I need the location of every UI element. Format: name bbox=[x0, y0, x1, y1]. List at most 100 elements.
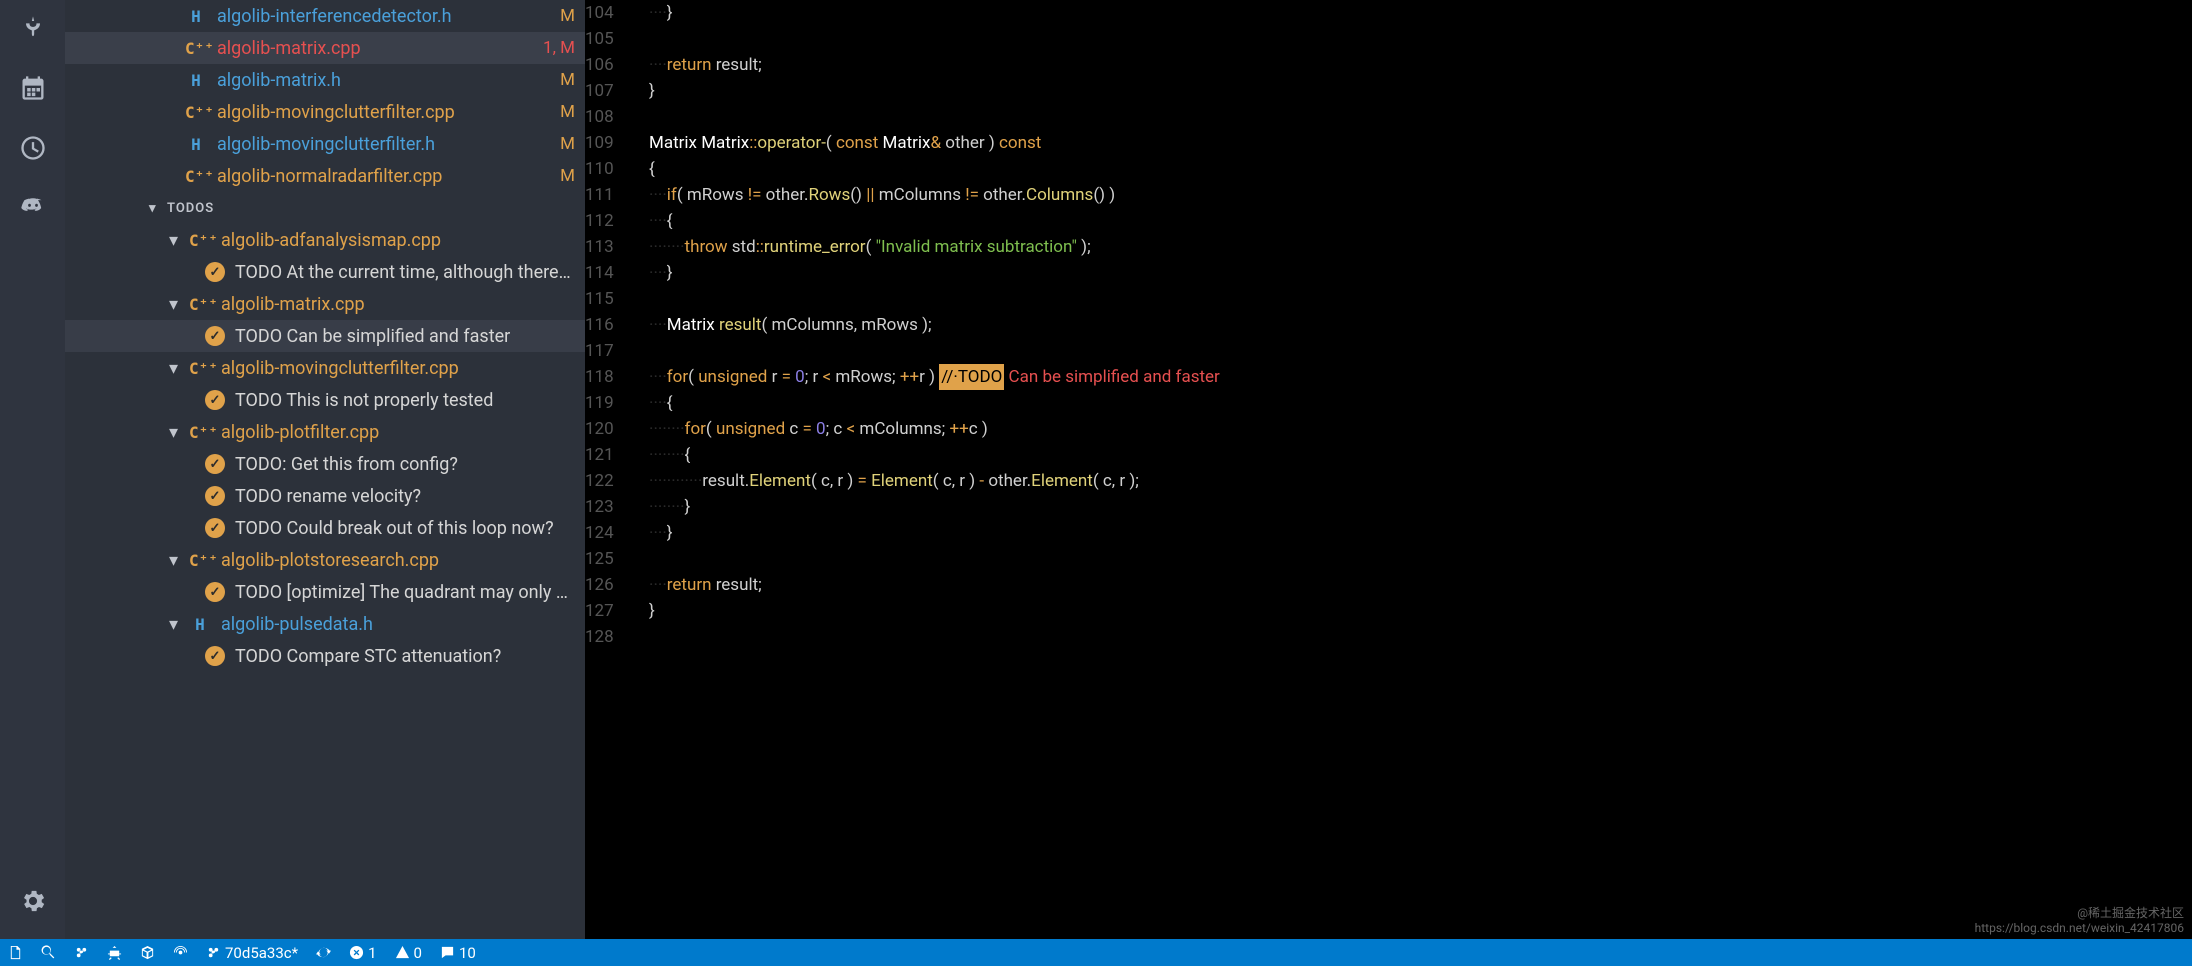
code-line[interactable]: ········{ bbox=[649, 442, 2192, 468]
code-line[interactable]: } bbox=[649, 78, 2192, 104]
todo-item[interactable]: ✓TODO At the current time, although ther… bbox=[65, 256, 585, 288]
line-number: 125 bbox=[585, 546, 637, 572]
discord-icon[interactable] bbox=[19, 194, 47, 222]
todo-file-row[interactable]: ▾ C⁺⁺ algolib-matrix.cpp bbox=[65, 288, 585, 320]
todo-item[interactable]: ✓TODO Can be simplified and faster bbox=[65, 320, 585, 352]
line-number: 113 bbox=[585, 234, 637, 260]
code-line[interactable] bbox=[649, 546, 2192, 572]
file-list: Halgolib-interferencedetector.hMC⁺⁺algol… bbox=[65, 0, 585, 192]
file-row[interactable]: Halgolib-matrix.hM bbox=[65, 64, 585, 96]
line-number: 128 bbox=[585, 624, 637, 650]
todo-file-row[interactable]: ▾ C⁺⁺ algolib-movingclutterfilter.cpp bbox=[65, 352, 585, 384]
timeline-icon[interactable] bbox=[19, 134, 47, 162]
file-row[interactable]: C⁺⁺algolib-matrix.cpp1, M bbox=[65, 32, 585, 64]
status-branch-icon[interactable] bbox=[74, 945, 89, 960]
calendar-icon[interactable] bbox=[19, 74, 47, 102]
code-line[interactable] bbox=[649, 338, 2192, 364]
code-line[interactable]: ····for( unsigned r = 0; r < mRows; ++r … bbox=[649, 364, 2192, 390]
todo-item[interactable]: ✓ TODO: Get this from config? bbox=[65, 448, 585, 480]
code-line[interactable]: ········for( unsigned c = 0; c < mColumn… bbox=[649, 416, 2192, 442]
gutter: 1041051061071081091101111121131141151161… bbox=[585, 0, 649, 939]
code-line[interactable]: ····{ bbox=[649, 390, 2192, 416]
status-search-icon[interactable] bbox=[41, 945, 56, 960]
todo-item[interactable]: ✓TODO This is not properly tested bbox=[65, 384, 585, 416]
todo-check-icon: ✓ bbox=[205, 646, 225, 666]
status-debug-icon[interactable] bbox=[107, 945, 122, 960]
file-row[interactable]: Halgolib-interferencedetector.hM bbox=[65, 0, 585, 32]
code-line[interactable]: ····} bbox=[649, 0, 2192, 26]
cpp-file-icon: C⁺⁺ bbox=[185, 103, 207, 122]
todo-item[interactable]: ✓TODO [optimize] The quadrant may only n… bbox=[65, 576, 585, 608]
file-name: algolib-movingclutterfilter.cpp bbox=[217, 102, 550, 123]
todo-file-row[interactable]: ▾C⁺⁺algolib-adfanalysismap.cpp bbox=[65, 224, 585, 256]
line-number: 109 bbox=[585, 130, 637, 156]
gear-icon[interactable] bbox=[19, 887, 47, 915]
source-tree-icon[interactable] bbox=[19, 14, 47, 42]
code-line[interactable]: ············result.Element( c, r ) = Ele… bbox=[649, 468, 2192, 494]
todo-file-row[interactable]: ▾C⁺⁺algolib-plotstoresearch.cpp bbox=[65, 544, 585, 576]
todo-item[interactable]: ✓TODO Could break out of this loop now? bbox=[65, 512, 585, 544]
todo-file-row[interactable]: ▾C⁺⁺algolib-plotfilter.cpp bbox=[65, 416, 585, 448]
code-line[interactable]: ····} bbox=[649, 260, 2192, 286]
code-line[interactable]: ····return result; bbox=[649, 52, 2192, 78]
h-file-icon: H bbox=[185, 135, 207, 154]
chevron-down-icon: ▾ bbox=[169, 294, 179, 315]
status-sync-icon[interactable] bbox=[316, 945, 331, 960]
code-line[interactable] bbox=[649, 286, 2192, 312]
scm-badge: 1, M bbox=[543, 38, 575, 58]
code-line[interactable] bbox=[649, 104, 2192, 130]
editor[interactable]: 1041051061071081091101111121131141151161… bbox=[585, 0, 2192, 939]
todo-file-row[interactable]: ▾Halgolib-pulsedata.h bbox=[65, 608, 585, 640]
status-package-icon[interactable] bbox=[140, 945, 155, 960]
code-line[interactable]: ········throw std::runtime_error( "Inval… bbox=[649, 234, 2192, 260]
file-name: algolib-matrix.cpp bbox=[221, 294, 365, 315]
code-line[interactable]: { bbox=[649, 156, 2192, 182]
line-number: 123 bbox=[585, 494, 637, 520]
todo-check-icon: ✓ bbox=[205, 518, 225, 538]
file-name: algolib-pulsedata.h bbox=[221, 614, 373, 635]
code-line[interactable]: ····return result; bbox=[649, 572, 2192, 598]
todo-item[interactable]: ✓TODO Compare STC attenuation? bbox=[65, 640, 585, 672]
scm-badge: M bbox=[560, 134, 575, 154]
todo-text: TODO: Get this from config? bbox=[235, 454, 458, 475]
code[interactable]: ····} ····return result;} Matrix Matrix:… bbox=[649, 0, 2192, 939]
todo-check-icon: ✓ bbox=[205, 486, 225, 506]
file-row[interactable]: C⁺⁺algolib-normalradarfilter.cppM bbox=[65, 160, 585, 192]
cpp-file-icon: C⁺⁺ bbox=[189, 359, 211, 378]
status-warnings[interactable]: 0 bbox=[395, 944, 422, 962]
status-branch[interactable]: 70d5a33c* bbox=[206, 944, 298, 962]
status-file-icon[interactable] bbox=[8, 945, 23, 960]
code-line[interactable] bbox=[649, 624, 2192, 650]
status-comments[interactable]: 10 bbox=[440, 944, 476, 962]
todo-text: TODO At the current time, although there… bbox=[235, 262, 575, 283]
line-number: 116 bbox=[585, 312, 637, 338]
h-file-icon: H bbox=[185, 7, 207, 26]
code-line[interactable]: ····Matrix result( mColumns, mRows ); bbox=[649, 312, 2192, 338]
file-name: algolib-movingclutterfilter.cpp bbox=[221, 358, 459, 379]
chevron-down-icon: ▾ bbox=[169, 614, 179, 635]
code-line[interactable]: ····} bbox=[649, 520, 2192, 546]
code-line[interactable]: ········} bbox=[649, 494, 2192, 520]
line-number: 108 bbox=[585, 104, 637, 130]
status-errors[interactable]: 1 bbox=[349, 944, 376, 962]
code-line[interactable]: ····if( mRows != other.Rows() || mColumn… bbox=[649, 182, 2192, 208]
todos-section-header[interactable]: ▾ TODOS bbox=[65, 192, 585, 224]
todo-text: TODO rename velocity? bbox=[235, 486, 421, 507]
todo-item[interactable]: ✓ TODO rename velocity? bbox=[65, 480, 585, 512]
file-row[interactable]: C⁺⁺algolib-movingclutterfilter.cppM bbox=[65, 96, 585, 128]
code-line[interactable] bbox=[649, 26, 2192, 52]
h-file-icon: H bbox=[185, 71, 207, 90]
status-broadcast-icon[interactable] bbox=[173, 945, 188, 960]
file-row[interactable]: Halgolib-movingclutterfilter.hM bbox=[65, 128, 585, 160]
todo-check-icon: ✓ bbox=[205, 454, 225, 474]
scm-badge: M bbox=[560, 166, 575, 186]
todo-check-icon: ✓ bbox=[205, 326, 225, 346]
line-number: 127 bbox=[585, 598, 637, 624]
code-line[interactable]: } bbox=[649, 598, 2192, 624]
code-line[interactable]: Matrix Matrix::operator-( const Matrix& … bbox=[649, 130, 2192, 156]
chevron-down-icon: ▾ bbox=[169, 358, 179, 379]
cpp-file-icon: C⁺⁺ bbox=[189, 295, 211, 314]
code-line[interactable]: ····{ bbox=[649, 208, 2192, 234]
scm-badge: M bbox=[560, 70, 575, 90]
status-bar: 70d5a33c* 1 0 10 bbox=[0, 939, 2192, 966]
